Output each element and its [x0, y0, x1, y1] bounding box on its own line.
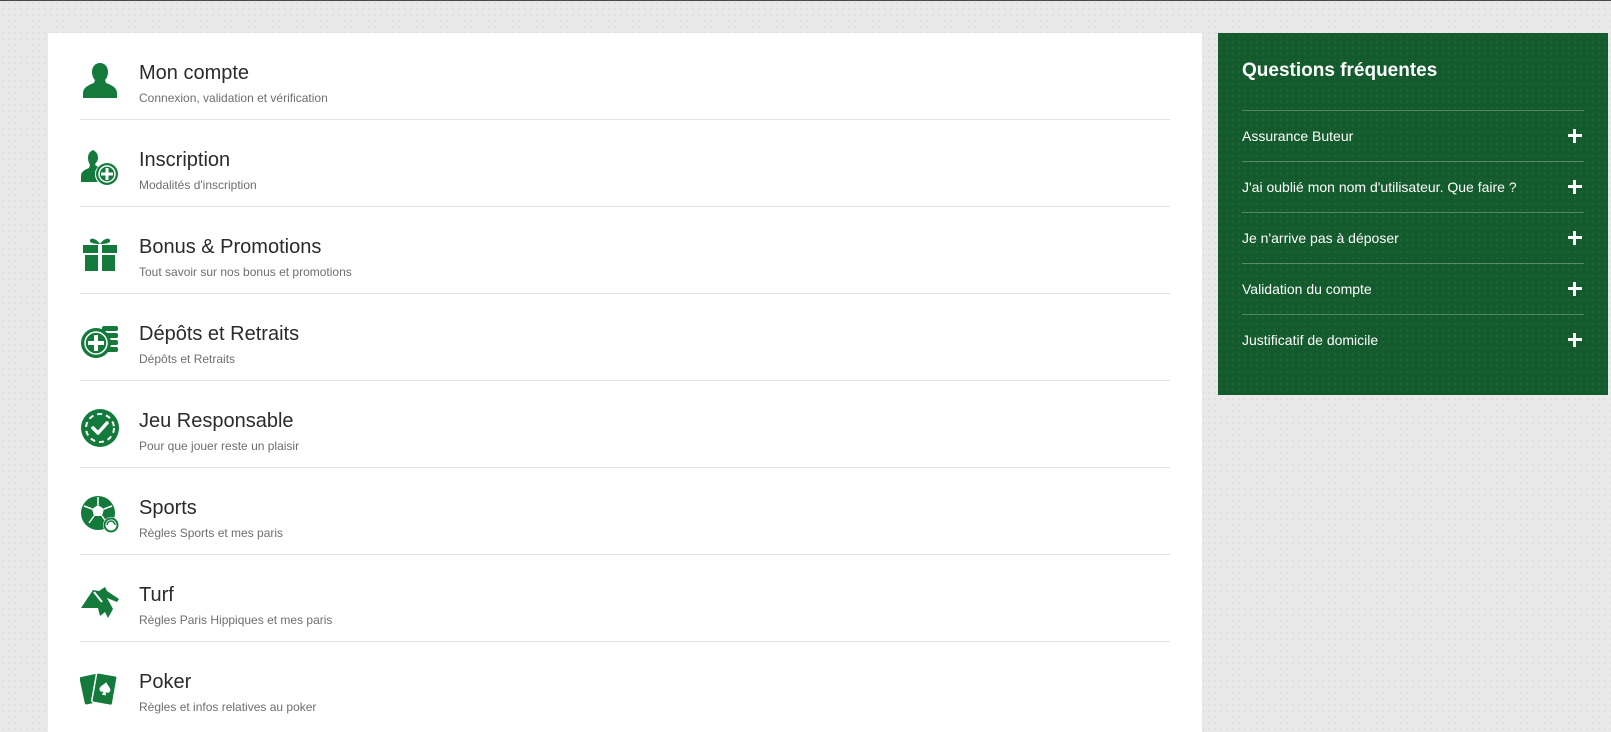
- category-title: Turf: [139, 584, 174, 606]
- plus-icon[interactable]: [1568, 282, 1582, 296]
- category-subtitle: Règles et infos relatives au poker: [139, 700, 317, 714]
- user-icon: [80, 60, 120, 100]
- horse-icon: [80, 582, 120, 622]
- category-subtitle: Dépôts et Retraits: [139, 352, 236, 366]
- chip-check-icon: [80, 408, 120, 448]
- category-inscription[interactable]: Inscription Modalités d'inscription: [80, 120, 1170, 207]
- faq-question: Je n'arrive pas à déposer: [1242, 230, 1399, 246]
- top-border: [0, 0, 1611, 1]
- category-subtitle: Règles Sports et mes paris: [139, 526, 284, 540]
- category-title: Dépôts et Retraits: [139, 323, 300, 345]
- category-list: Mon compte Connexion, validation et véri…: [80, 33, 1170, 728]
- category-sports[interactable]: Sports Règles Sports et mes paris: [80, 468, 1170, 555]
- plus-icon[interactable]: [1568, 129, 1582, 143]
- category-poker[interactable]: Poker Règles et infos relatives au poker: [80, 642, 1170, 728]
- category-subtitle: Modalités d'inscription: [139, 178, 257, 192]
- faq-question: Assurance Buteur: [1242, 128, 1354, 144]
- category-bonus-promotions[interactable]: Bonus & Promotions Tout savoir sur nos b…: [80, 207, 1170, 294]
- category-subtitle: Règles Paris Hippiques et mes paris: [139, 613, 333, 627]
- cards-icon: [80, 669, 120, 709]
- user-add-icon: [80, 147, 120, 187]
- faq-question: Validation du compte: [1242, 281, 1372, 297]
- faq-item[interactable]: Assurance Buteur: [1242, 110, 1584, 161]
- category-title: Bonus & Promotions: [139, 236, 322, 258]
- category-subtitle: Tout savoir sur nos bonus et promotions: [139, 265, 352, 279]
- faq-question: Justificatif de domicile: [1242, 332, 1379, 348]
- category-jeu-responsable[interactable]: Jeu Responsable Pour que jouer reste un …: [80, 381, 1170, 468]
- plus-icon[interactable]: [1568, 180, 1582, 194]
- faq-item[interactable]: Validation du compte: [1242, 263, 1584, 314]
- help-categories-panel: Mon compte Connexion, validation et véri…: [48, 33, 1202, 732]
- faq-list: Assurance Buteur J'ai oublié mon nom d'u…: [1242, 110, 1584, 365]
- gift-icon: [80, 234, 120, 274]
- faq-item[interactable]: Justificatif de domicile: [1242, 314, 1584, 365]
- category-subtitle: Connexion, validation et vérification: [139, 91, 328, 105]
- faq-title: Questions fréquentes: [1242, 60, 1438, 81]
- category-subtitle: Pour que jouer reste un plaisir: [139, 439, 300, 453]
- plus-icon[interactable]: [1568, 333, 1582, 347]
- faq-item[interactable]: Je n'arrive pas à déposer: [1242, 212, 1584, 263]
- category-title: Sports: [139, 497, 197, 519]
- category-depots-retraits[interactable]: Dépôts et Retraits Dépôts et Retraits: [80, 294, 1170, 381]
- faq-item[interactable]: J'ai oublié mon nom d'utilisateur. Que f…: [1242, 161, 1584, 212]
- category-title: Poker: [139, 671, 192, 693]
- category-title: Inscription: [139, 149, 231, 171]
- category-title: Mon compte: [139, 62, 250, 84]
- category-mon-compte[interactable]: Mon compte Connexion, validation et véri…: [80, 33, 1170, 120]
- plus-icon[interactable]: [1568, 231, 1582, 245]
- coins-icon: [80, 321, 120, 361]
- faq-question: J'ai oublié mon nom d'utilisateur. Que f…: [1242, 179, 1517, 195]
- faq-panel: Questions fréquentes Assurance Buteur J'…: [1218, 33, 1608, 395]
- category-turf[interactable]: Turf Règles Paris Hippiques et mes paris: [80, 555, 1170, 642]
- soccer-ball-icon: [80, 495, 120, 535]
- category-title: Jeu Responsable: [139, 410, 294, 432]
